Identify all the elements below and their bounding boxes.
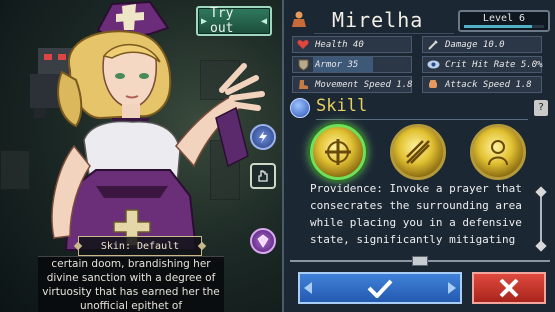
gem-icon [257,234,269,248]
skin-label-text: Skin: Default [100,240,180,252]
stat-health: Health 40 [292,36,412,53]
stat-crit-label: Crit Hit Rate 5.0% [445,59,543,70]
boot-icon [293,77,313,92]
scrollbar-track [540,192,542,246]
divider-ornament [412,256,428,266]
character-header: Mirelha Level 6 [284,4,555,34]
section-divider [316,119,528,120]
arrow-right-icon: ▶ [201,15,208,27]
character-lore-text: certain doom, brandishing her divine san… [38,256,224,312]
character-art-panel: ▶ Try out ◀ Skin: Default certain doom, … [0,0,282,312]
level-badge: Level 6 [458,10,550,32]
checkmark-icon [367,279,393,298]
skill-section-header: Skill ? [290,96,550,120]
stat-movement: Movement Speed 1.8 [292,76,413,93]
arrow-left-icon: ◀ [260,15,267,27]
skill-info-button[interactable] [250,124,276,150]
level-progress-fill [464,25,532,28]
lore-text: certain doom, brandishing her divine san… [42,258,220,312]
shield-icon [293,57,313,72]
skill-slot-providence[interactable] [310,124,366,180]
skin-select-button[interactable] [250,228,276,254]
panel-divider [290,256,550,266]
skill-slot-saint[interactable] [470,124,526,180]
providence-skill-icon [325,139,351,165]
stat-movement-label: Movement Speed 1.8 [315,79,413,90]
try-out-label: Try out [210,6,234,36]
close-icon [499,278,519,298]
stat-health-label: Health 40 [315,39,364,50]
lightning-icon [259,131,267,143]
hand-icon [258,170,268,182]
skill-description: Providence: Invoke a prayer that consecr… [310,182,522,252]
emote-button[interactable] [250,163,276,189]
heart-icon [293,37,313,52]
skill-orb-icon [290,98,310,118]
stat-attack-speed: Attack Speed 1.8 [422,76,542,93]
arrow-left-icon [304,282,312,294]
confirm-button[interactable] [298,272,462,304]
level-text: Level 6 [482,13,526,24]
fist-icon [423,77,443,92]
arrow-right-icon [448,282,456,294]
help-icon[interactable]: ? [534,100,548,116]
stat-attack-speed-label: Attack Speed 1.8 [445,79,532,90]
character-info-panel: Mirelha Level 6 Health 40 Damage 10.0 Ar… [282,0,555,312]
description-scrollbar[interactable] [535,186,547,252]
eye-icon [423,57,443,72]
stat-crit: Crit Hit Rate 5.0% [422,56,543,73]
stat-damage-label: Damage 10.0 [445,39,505,50]
try-out-button[interactable]: ▶ Try out ◀ [196,6,272,36]
character-class-icon [292,11,306,27]
scroll-down-icon[interactable] [535,240,547,252]
level-progress-bar [464,25,544,28]
cancel-button[interactable] [472,272,546,304]
scroll-up-icon[interactable] [535,186,547,198]
radiant-skill-icon [406,140,430,164]
sword-icon [423,37,443,52]
skill-section-title: Skill [316,96,368,116]
stat-armor-label: Armor 35 [315,59,359,70]
skin-label[interactable]: Skin: Default [78,236,202,256]
stat-damage: Damage 10.0 [422,36,542,53]
saint-skill-icon [488,140,508,166]
skill-slot-radiant[interactable] [390,124,446,180]
character-name: Mirelha [314,8,454,34]
stat-armor: Armor 35 [292,56,412,73]
